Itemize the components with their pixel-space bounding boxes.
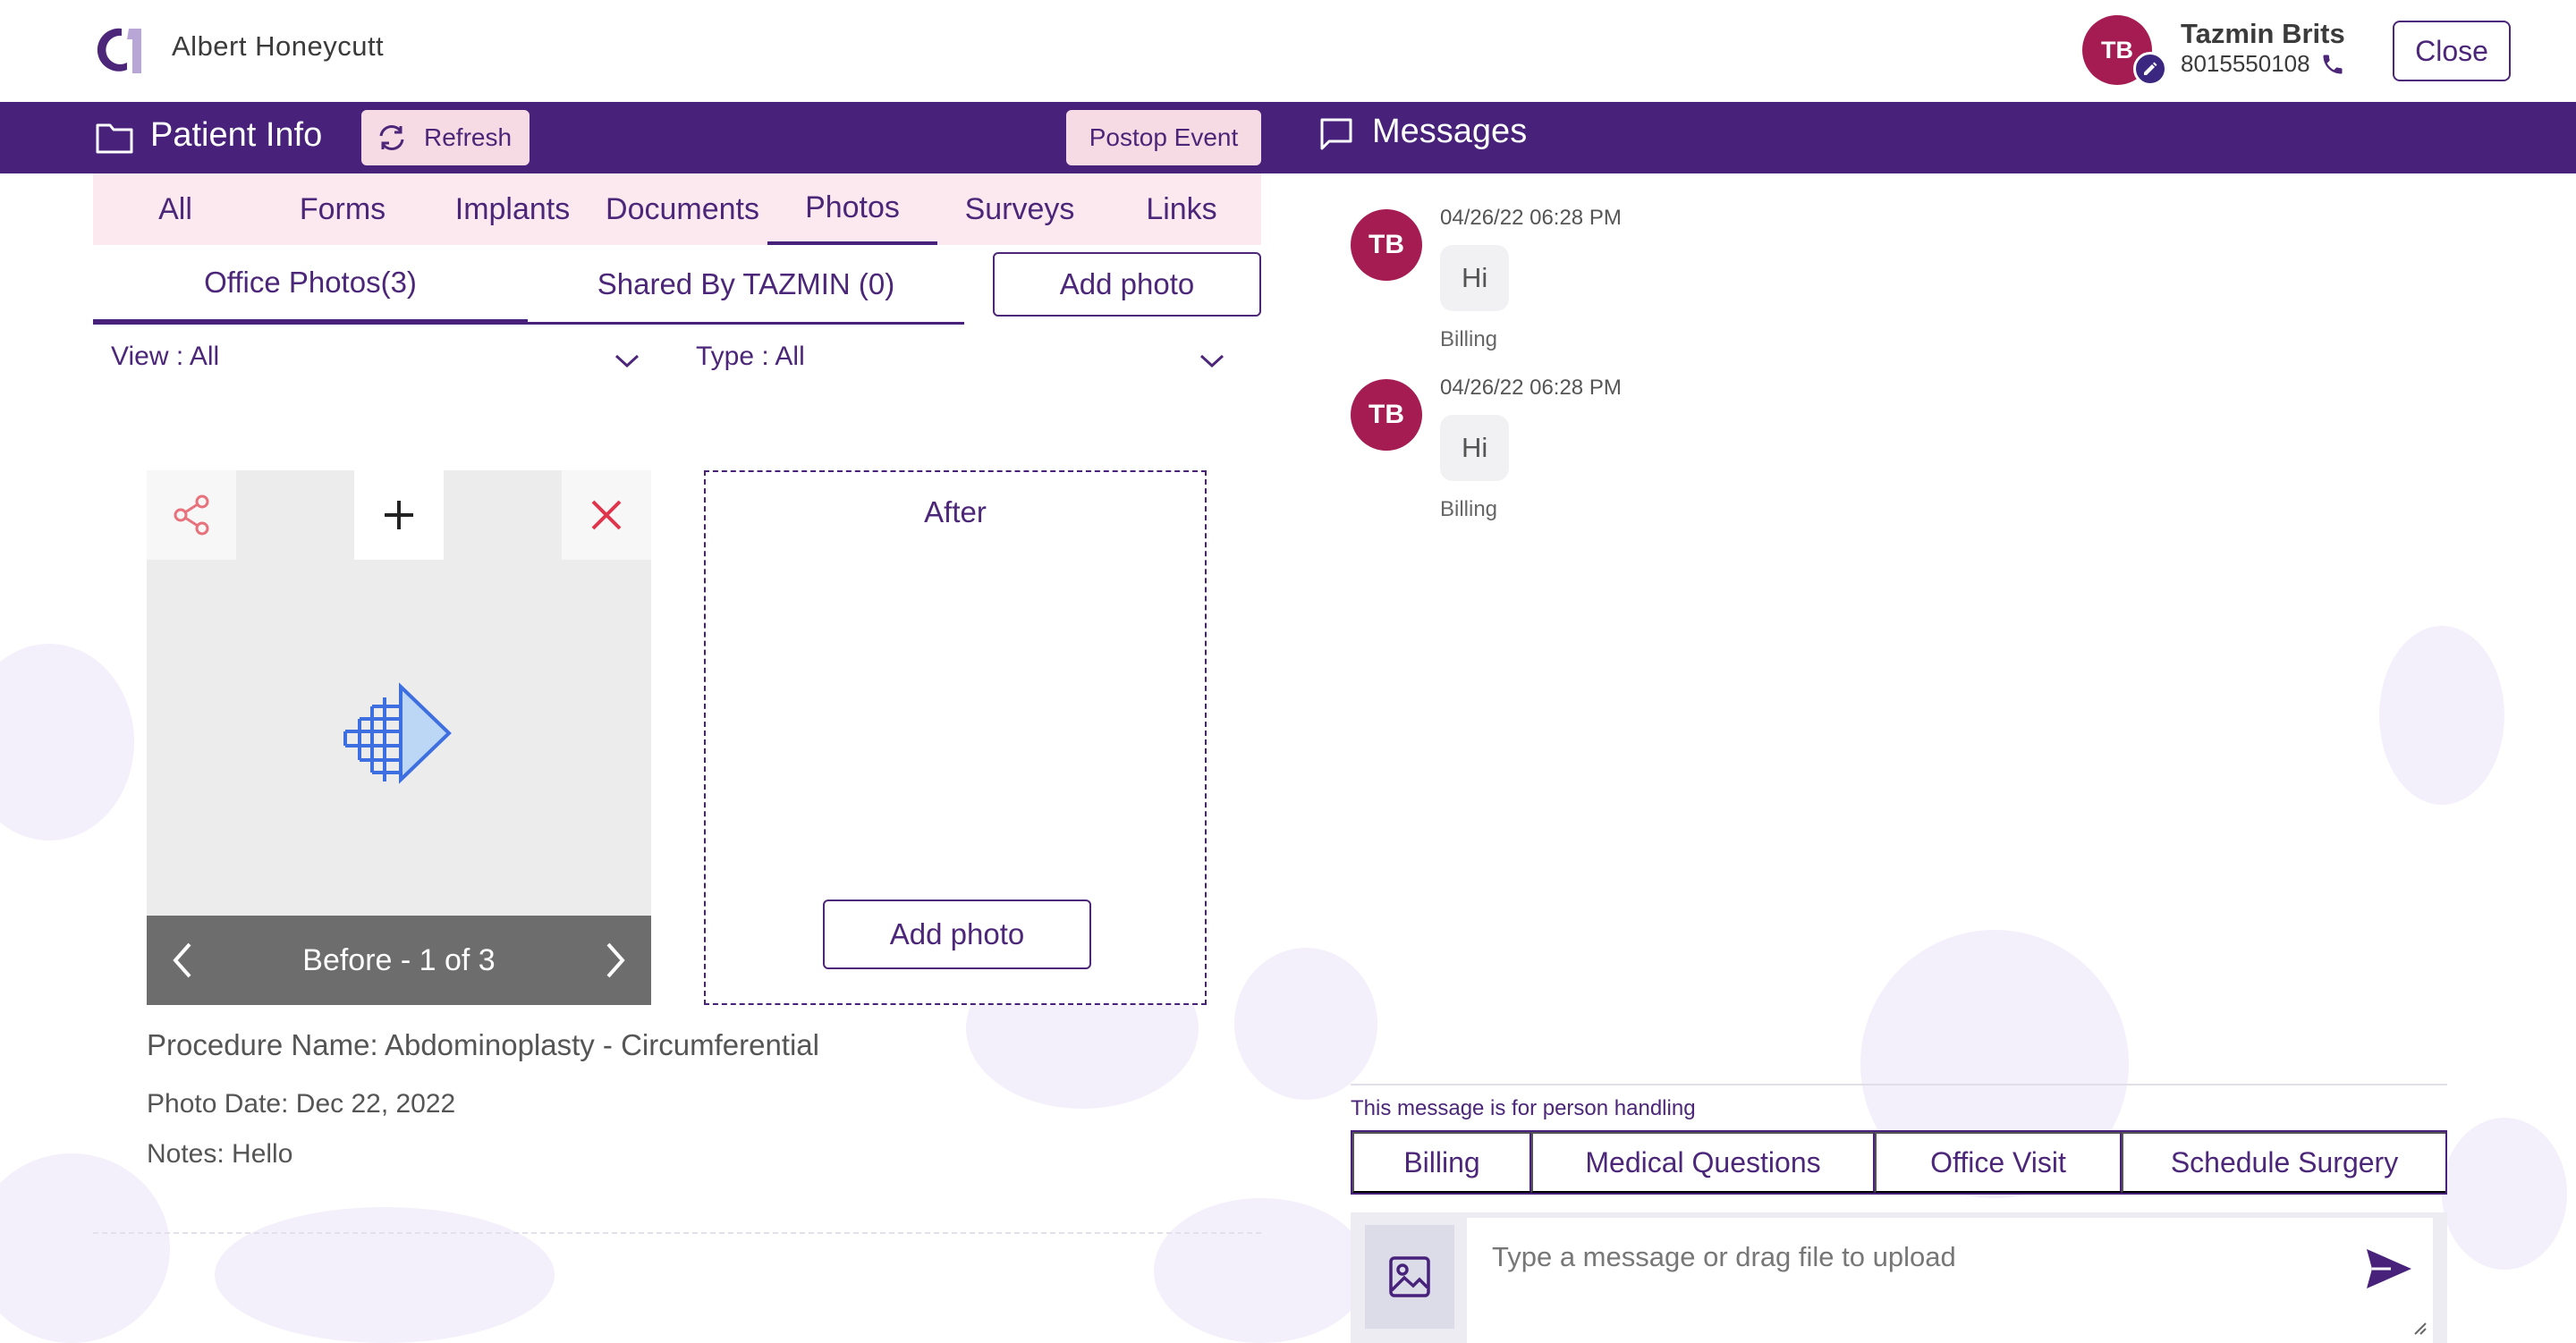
handling-option-billing[interactable]: Billing: [1352, 1132, 1531, 1193]
handling-option-medical-questions[interactable]: Medical Questions: [1531, 1132, 1875, 1193]
handling-options: Billing Medical Questions Office Visit S…: [1351, 1130, 2447, 1195]
close-icon: [591, 500, 622, 530]
patient-info-tabs: All Forms Implants Documents Photos Surv…: [93, 173, 1261, 245]
message-composer: [1351, 1212, 2447, 1343]
add-button[interactable]: [354, 470, 444, 560]
divider: [93, 1232, 1261, 1234]
photo-date: Photo Date: Dec 22, 2022: [147, 1089, 456, 1119]
after-photo-dropzone[interactable]: After Add photo: [704, 470, 1207, 1005]
tab-office-photos[interactable]: Office Photos(3): [93, 246, 528, 325]
image-icon: [1389, 1256, 1430, 1297]
share-button[interactable]: [147, 470, 236, 560]
app-logo-icon: [97, 28, 141, 73]
tab-photos[interactable]: Photos: [767, 173, 937, 245]
folder-icon: [96, 123, 133, 154]
messages-title: Messages: [1372, 113, 1528, 150]
after-label: After: [924, 495, 987, 528]
send-icon: [2367, 1249, 2411, 1288]
close-button[interactable]: Close: [2393, 21, 2511, 81]
image-placeholder-icon: [343, 682, 452, 784]
handling-option-office-visit[interactable]: Office Visit: [1875, 1132, 2122, 1193]
user-name: Tazmin Brits: [2181, 18, 2345, 49]
message-time: 04/26/22 06:28 PM: [1440, 206, 1622, 230]
edit-profile-icon[interactable]: [2133, 52, 2167, 86]
message-avatar: TB: [1351, 209, 1422, 281]
message-input[interactable]: [1467, 1218, 2433, 1343]
photo-caption: Before - 1 of 3: [302, 942, 496, 977]
chat-icon: [1320, 118, 1352, 150]
refresh-button[interactable]: Refresh: [361, 110, 530, 165]
tab-links[interactable]: Links: [1102, 173, 1261, 245]
add-photo-button[interactable]: Add photo: [993, 252, 1261, 317]
share-icon: [174, 494, 209, 536]
type-filter[interactable]: Type : All: [696, 342, 805, 384]
add-after-photo-button[interactable]: Add photo: [823, 900, 1091, 969]
plus-icon: [385, 501, 413, 529]
tab-documents[interactable]: Documents: [597, 173, 767, 245]
view-filter[interactable]: View : All: [111, 342, 219, 384]
tab-all[interactable]: All: [93, 173, 258, 245]
photo-navigation: Before - 1 of 3: [147, 916, 651, 1005]
patient-name: Albert Honeycutt: [172, 30, 385, 62]
type-chevron-down-icon[interactable]: [1199, 352, 1225, 370]
message-avatar: TB: [1351, 379, 1422, 451]
refresh-label: Refresh: [424, 123, 513, 151]
message-bubble: Hi: [1440, 415, 1510, 481]
patient-info-title: Patient Info: [150, 116, 323, 154]
before-photo-card: Before - 1 of 3: [147, 470, 651, 1005]
tab-shared-photos[interactable]: Shared By TAZMIN (0): [528, 246, 964, 325]
handling-label: This message is for person handling: [1351, 1096, 1696, 1120]
message-bubble: Hi: [1440, 245, 1510, 311]
toolbar: Patient Info Refresh Postop Event Messag…: [0, 102, 2576, 173]
handling-option-schedule-surgery[interactable]: Schedule Surgery: [2122, 1132, 2445, 1193]
message-time: 04/26/22 06:28 PM: [1440, 376, 1622, 400]
user-phone: 8015550108: [2181, 50, 2310, 77]
chevron-right-icon[interactable]: [603, 941, 628, 980]
delete-button[interactable]: [562, 470, 651, 560]
tab-forms[interactable]: Forms: [258, 173, 428, 245]
postop-event-button[interactable]: Postop Event: [1066, 110, 1261, 165]
view-chevron-down-icon[interactable]: [614, 352, 640, 370]
procedure-name: Procedure Name: Abdominoplasty - Circumf…: [147, 1028, 819, 1061]
tab-surveys[interactable]: Surveys: [937, 173, 1102, 245]
attach-image-button[interactable]: [1365, 1225, 1454, 1329]
photo-notes: Notes: Hello: [147, 1139, 293, 1169]
resize-handle-icon[interactable]: [2411, 1320, 2428, 1336]
refresh-icon: [379, 125, 404, 150]
send-button[interactable]: [2360, 1239, 2419, 1298]
phone-icon[interactable]: [2320, 52, 2345, 77]
message-tag: Billing: [1440, 327, 1498, 351]
message-tag: Billing: [1440, 497, 1498, 521]
tab-implants[interactable]: Implants: [428, 173, 597, 245]
top-header: Albert Honeycutt TB Tazmin Brits 8015550…: [0, 0, 2576, 102]
divider: [1351, 1084, 2447, 1085]
chevron-left-icon[interactable]: [170, 941, 195, 980]
